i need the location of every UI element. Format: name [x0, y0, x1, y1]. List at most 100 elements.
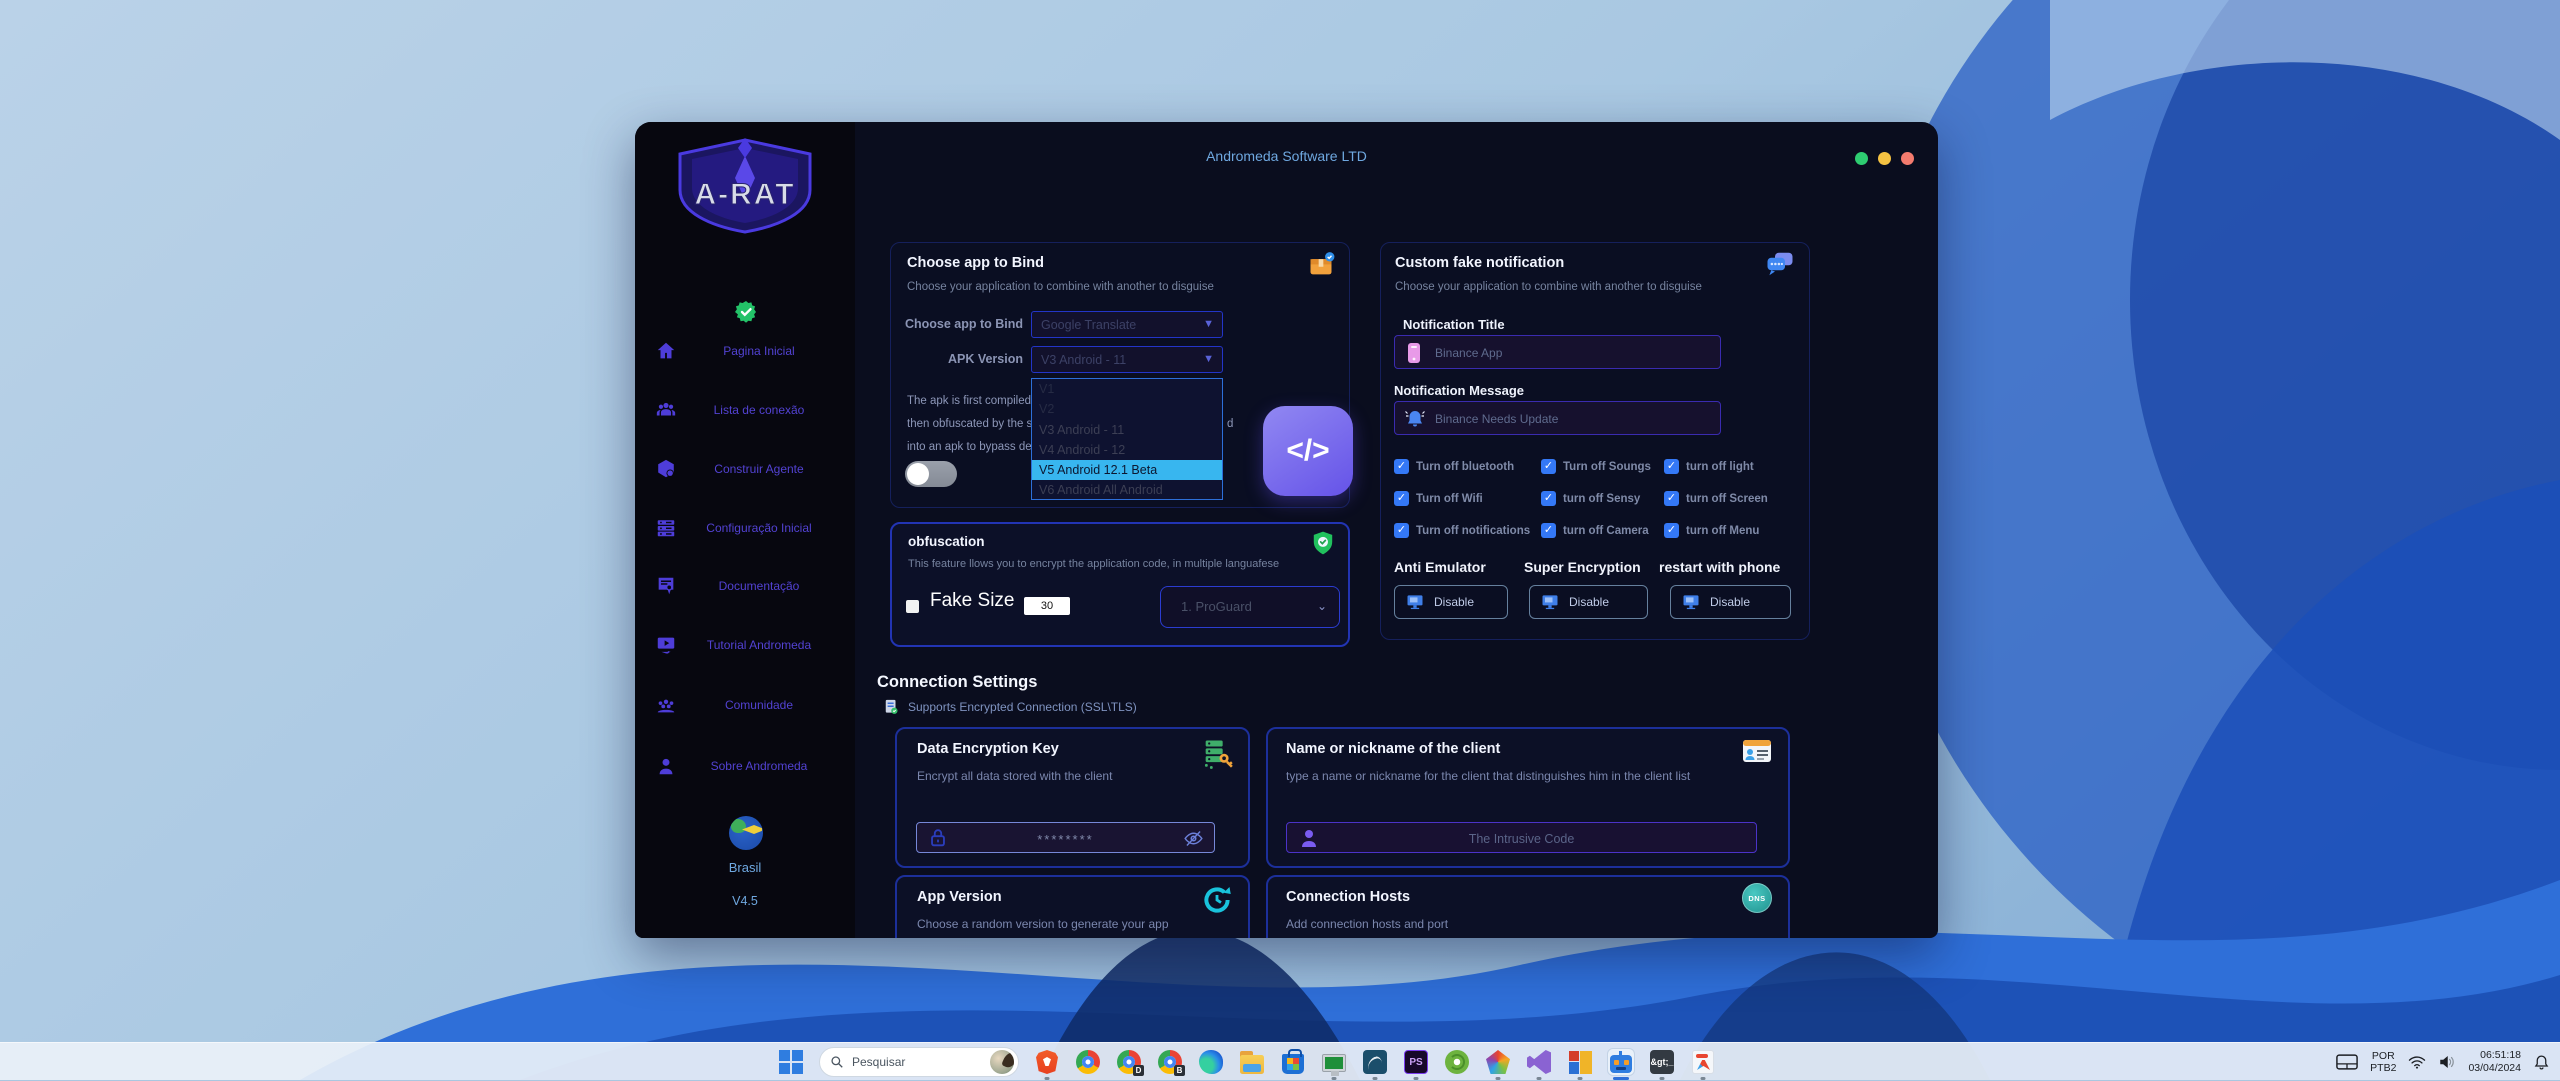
checkbox-turn-off-sensy[interactable]: ✓turn off Sensy — [1541, 491, 1640, 506]
sidebar-item-configuracao-inicial[interactable]: Configuração Inicial — [635, 513, 855, 543]
fake-size-checkbox[interactable] — [906, 600, 919, 613]
mysql-workbench-icon[interactable] — [1362, 1049, 1388, 1075]
apk-version-select[interactable]: V3 Android - 11 ▼ — [1031, 346, 1223, 373]
chrome-beta-icon[interactable]: B — [1157, 1049, 1183, 1075]
super-encryption-label: Super Encryption — [1524, 559, 1641, 575]
checkbox-turn-off-light[interactable]: ✓turn off light — [1664, 459, 1754, 474]
chevron-down-icon: ⌄ — [1317, 599, 1327, 613]
wifi-icon[interactable] — [2408, 1055, 2426, 1069]
dropdown-option-selected[interactable]: V5 Android 12.1 Beta — [1032, 460, 1222, 480]
verified-badge-icon — [734, 300, 758, 324]
remote-desktop-icon[interactable] — [1321, 1049, 1347, 1075]
touchpad-icon[interactable] — [2336, 1054, 2358, 1070]
chameleon-app-icon[interactable] — [1444, 1049, 1470, 1075]
arat-app-icon[interactable] — [1608, 1049, 1634, 1075]
search-box[interactable]: Pesquisar — [819, 1047, 1019, 1077]
dropdown-option[interactable]: V4 Android - 12 — [1032, 440, 1222, 460]
clock[interactable]: 06:51:18 03/04/2024 — [2468, 1049, 2521, 1075]
notification-message-input[interactable]: Binance Needs Update — [1394, 401, 1721, 435]
eye-slash-icon[interactable] — [1183, 828, 1204, 849]
notification-title-label: Notification Title — [1403, 317, 1505, 332]
edge-icon[interactable] — [1198, 1049, 1224, 1075]
home-icon — [655, 340, 677, 362]
tray-date: 03/04/2024 — [2468, 1062, 2521, 1075]
sidebar-item-lista-de-conexao[interactable]: Lista de conexão — [635, 395, 855, 425]
sidebar-item-construir-agente[interactable]: Construir Agente — [635, 454, 855, 484]
anti-emulator-label: Anti Emulator — [1394, 559, 1486, 575]
encryption-key-input[interactable]: ******** — [916, 822, 1215, 853]
checkbox-turn-off-wifi[interactable]: ✓Turn off Wifi — [1394, 491, 1483, 506]
bind-section-title: Choose app to Bind — [907, 255, 1044, 271]
bind-description-tail: d — [1227, 418, 1233, 430]
dropdown-option[interactable]: V6 Android All Android — [1032, 480, 1222, 500]
connection-hosts-card: Connection Hosts DNS Add connection host… — [1266, 875, 1790, 938]
sidebar-item-sobre-andromeda[interactable]: Sobre Andromeda — [635, 751, 855, 781]
card-subtitle: type a name or nickname for the client t… — [1286, 769, 1690, 783]
fake-size-input[interactable]: 30 — [1024, 597, 1070, 615]
dropdown-option[interactable]: V2 — [1032, 399, 1222, 419]
checked-checkbox-icon: ✓ — [1664, 459, 1679, 474]
legacy-squares-app-icon[interactable] — [1567, 1049, 1593, 1075]
id-card-icon — [1742, 739, 1772, 763]
file-explorer-icon[interactable] — [1239, 1049, 1265, 1075]
app-bind-label: Choose app to Bind — [901, 317, 1023, 331]
dropdown-option[interactable]: V1 — [1032, 379, 1222, 399]
obfuscation-subtitle: This feature llows you to encrypt the ap… — [908, 558, 1279, 570]
volume-icon[interactable] — [2438, 1054, 2456, 1070]
chrome-icon[interactable] — [1075, 1049, 1101, 1075]
checkbox-turn-off-soungs[interactable]: ✓Turn off Soungs — [1541, 459, 1651, 474]
restart-with-phone-disable-button[interactable]: Disable — [1670, 585, 1791, 619]
client-nickname-input[interactable]: The Intrusive Code — [1286, 822, 1757, 853]
checkbox-turn-off-screen[interactable]: ✓turn off Screen — [1664, 491, 1768, 506]
svg-text:A-RAT: A-RAT — [694, 178, 795, 211]
phone-icon — [1407, 342, 1421, 364]
code-build-button[interactable]: </> — [1263, 406, 1353, 496]
checkbox-turn-off-bluetooth[interactable]: ✓Turn off bluetooth — [1394, 459, 1514, 474]
bind-toggle[interactable] — [905, 461, 957, 487]
connection-settings-title: Connection Settings — [877, 673, 1037, 692]
super-encryption-disable-button[interactable]: Disable — [1529, 585, 1648, 619]
visual-studio-icon[interactable] — [1526, 1049, 1552, 1075]
checked-checkbox-icon: ✓ — [1394, 459, 1409, 474]
checkbox-turn-off-notifications[interactable]: ✓Turn off notifications — [1394, 523, 1530, 538]
app-bind-select[interactable]: Google Translate ▼ — [1031, 311, 1223, 338]
community-crowd-icon — [655, 694, 677, 716]
snipping-tool-icon[interactable] — [1690, 1049, 1716, 1075]
maximize-button[interactable] — [1878, 152, 1891, 165]
card-title: Data Encryption Key — [917, 741, 1059, 757]
minimize-button[interactable] — [1855, 152, 1868, 165]
brave-icon[interactable] — [1034, 1049, 1060, 1075]
checked-checkbox-icon: ✓ — [1541, 523, 1556, 538]
client-nickname-card: Name or nickname of the client type a na… — [1266, 727, 1790, 868]
package-icon — [1307, 251, 1335, 279]
photoshop-icon[interactable]: PS — [1403, 1049, 1429, 1075]
sidebar-item-pagina-inicial[interactable]: Pagina Inicial — [635, 336, 855, 366]
design-pentagon-app-icon[interactable] — [1485, 1049, 1511, 1075]
checkbox-turn-off-camera[interactable]: ✓turn off Camera — [1541, 523, 1649, 538]
sidebar-item-comunidade[interactable]: Comunidade — [635, 690, 855, 720]
bind-description-line2: then obfuscated by the s — [907, 418, 1032, 430]
obfuscation-method-select[interactable]: 1. ProGuard ⌄ — [1160, 586, 1340, 628]
notification-bell-icon[interactable] — [2533, 1054, 2550, 1071]
search-placeholder: Pesquisar — [852, 1055, 982, 1069]
notification-title-input[interactable]: Binance App — [1394, 335, 1721, 369]
anti-emulator-disable-button[interactable]: Disable — [1394, 585, 1508, 619]
choose-app-to-bind-panel: Choose app to Bind Choose your applicati… — [890, 242, 1350, 508]
chrome-dev-icon[interactable]: D — [1116, 1049, 1142, 1075]
microsoft-store-icon[interactable] — [1280, 1049, 1306, 1075]
start-button[interactable] — [778, 1049, 804, 1075]
sidebar: A-RAT Pagina Inicial Lista de conexão Co… — [635, 122, 855, 938]
language-indicator[interactable]: POR PTB2 — [2370, 1050, 2396, 1074]
terminal-icon[interactable]: &gt;_ — [1649, 1049, 1675, 1075]
obfuscation-card: obfuscation This feature llows you to en… — [890, 522, 1350, 647]
video-tutorial-icon — [655, 634, 677, 656]
fake-notification-panel: Custom fake notification Choose your app… — [1380, 242, 1810, 640]
checkbox-turn-off-menu[interactable]: ✓turn off Menu — [1664, 523, 1759, 538]
refresh-version-icon — [1200, 883, 1234, 917]
system-tray: POR PTB2 06:51:18 03/04/2024 — [2336, 1043, 2550, 1081]
sidebar-item-tutorial-andromeda[interactable]: Tutorial Andromeda — [635, 630, 855, 660]
close-button[interactable] — [1901, 152, 1914, 165]
sidebar-item-documentacao[interactable]: Documentação — [635, 571, 855, 601]
dropdown-option[interactable]: V3 Android - 11 — [1032, 420, 1222, 440]
card-subtitle: Choose a random version to generate your… — [917, 917, 1169, 931]
